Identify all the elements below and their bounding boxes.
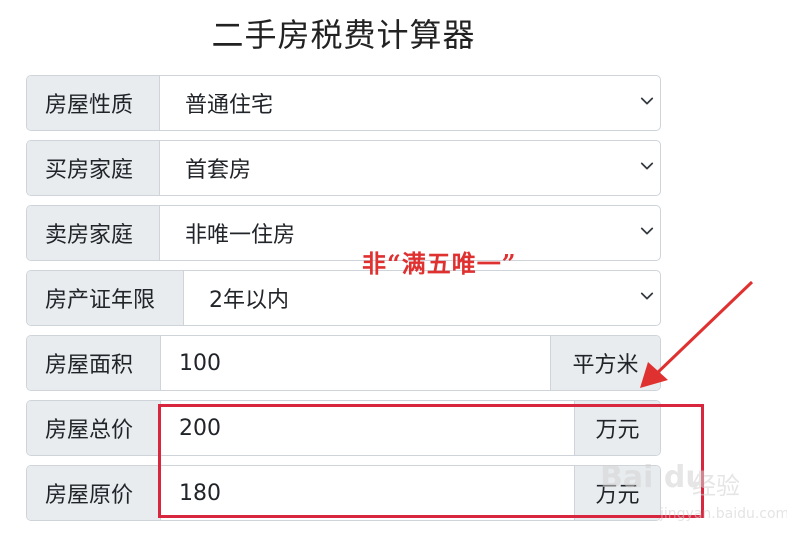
cert-years-value[interactable]: 2年以内 [184, 271, 660, 325]
buyer-family-selected: 首套房 [185, 158, 252, 183]
area-input[interactable]: 100 [161, 336, 550, 390]
buyer-family-select[interactable]: 买房家庭 首套房 [26, 140, 661, 196]
annotation-text: 非“满五唯一” [362, 249, 517, 278]
property-type-value[interactable]: 普通住宅 [160, 76, 660, 130]
seller-family-label: 卖房家庭 [27, 206, 160, 260]
buyer-family-value[interactable]: 首套房 [160, 141, 660, 195]
watermark-logo: Bai du [600, 460, 707, 495]
watermark-sub: 经验 [692, 472, 740, 500]
cert-years-label: 房产证年限 [27, 271, 184, 325]
property-type-selected: 普通住宅 [185, 93, 274, 118]
watermark-url: jingyan.baidu.com [660, 506, 787, 522]
seller-family-select[interactable]: 卖房家庭 非唯一住房 [26, 205, 661, 261]
annotation-arrow-icon [640, 280, 754, 388]
area-label: 房屋面积 [27, 336, 161, 390]
property-type-label: 房屋性质 [27, 76, 160, 130]
seller-family-selected: 非唯一住房 [185, 223, 296, 248]
cert-years-select[interactable]: 房产证年限 2年以内 [26, 270, 661, 326]
chevron-down-icon [640, 97, 654, 105]
cert-years-selected: 2年以内 [209, 288, 289, 313]
property-type-select[interactable]: 房屋性质 普通住宅 [26, 75, 661, 131]
buyer-family-label: 买房家庭 [27, 141, 160, 195]
area-input-group: 房屋面积 100 平方米 [26, 335, 661, 391]
page-title: 二手房税费计算器 [211, 16, 476, 54]
original-price-label: 房屋原价 [27, 466, 161, 520]
baidu-watermark: Bai du 经验 jingyan.baidu.com [600, 456, 787, 538]
chevron-down-icon [640, 227, 654, 235]
chevron-down-icon [640, 162, 654, 170]
total-price-label: 房屋总价 [27, 401, 161, 455]
